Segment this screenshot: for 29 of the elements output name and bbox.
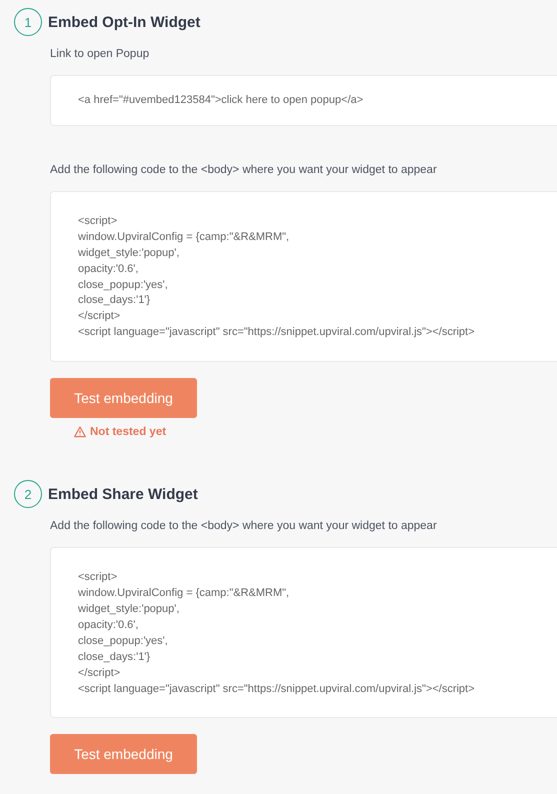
code-line: close_days:'1'}	[78, 293, 150, 308]
field-label: Add the following code to the <body> where you want your widget to appear	[50, 520, 438, 532]
code-line: close_popup:'yes',	[78, 278, 168, 293]
step-number: 1	[14, 8, 42, 36]
status-text: Not tested yet	[90, 426, 166, 438]
section-title: Embed Share Widget	[48, 486, 198, 503]
section-title: Embed Opt-In Widget	[48, 14, 200, 30]
code-line: window.UpviralConfig = {camp:"&R&MRM",	[78, 586, 290, 602]
code-line: window.UpviralConfig = {camp:"&R&MRM",	[78, 230, 290, 245]
code-line: widget_style:'popup',	[78, 602, 180, 617]
test-embedding-button[interactable]: Test embedding	[50, 378, 197, 418]
code-line: close_popup:'yes',	[78, 634, 168, 649]
warning-icon	[74, 426, 86, 438]
test-embedding-button[interactable]: Test embedding	[50, 734, 197, 774]
code-line: <script language="javascript" src="https://snippet.upviral.com/upviral.js"></script>	[78, 682, 475, 696]
step-number: 2	[14, 480, 42, 508]
code-box[interactable]: <a href="#uvembed123584">click here to open popup</a>	[50, 75, 557, 126]
code-line: <script language="javascript" src="https://snippet.upviral.com/upviral.js"></script>	[78, 325, 475, 340]
code-line: <script>	[78, 214, 118, 229]
code-line: opacity:'0.6',	[78, 618, 138, 633]
field-label: Link to open Popup	[50, 48, 150, 60]
code-line: </script>	[78, 666, 120, 681]
field-label: Add the following code to the <body> where you want your widget to appear	[50, 164, 438, 176]
code-line: <script>	[78, 570, 118, 586]
code-line: close_days:'1'}	[78, 650, 150, 665]
code-line: </script>	[78, 309, 120, 324]
code-line: opacity:'0.6',	[78, 262, 138, 277]
code-line: <a href="#uvembed123584">click here to open popup</a>	[78, 93, 364, 108]
code-line: widget_style:'popup',	[78, 246, 180, 261]
